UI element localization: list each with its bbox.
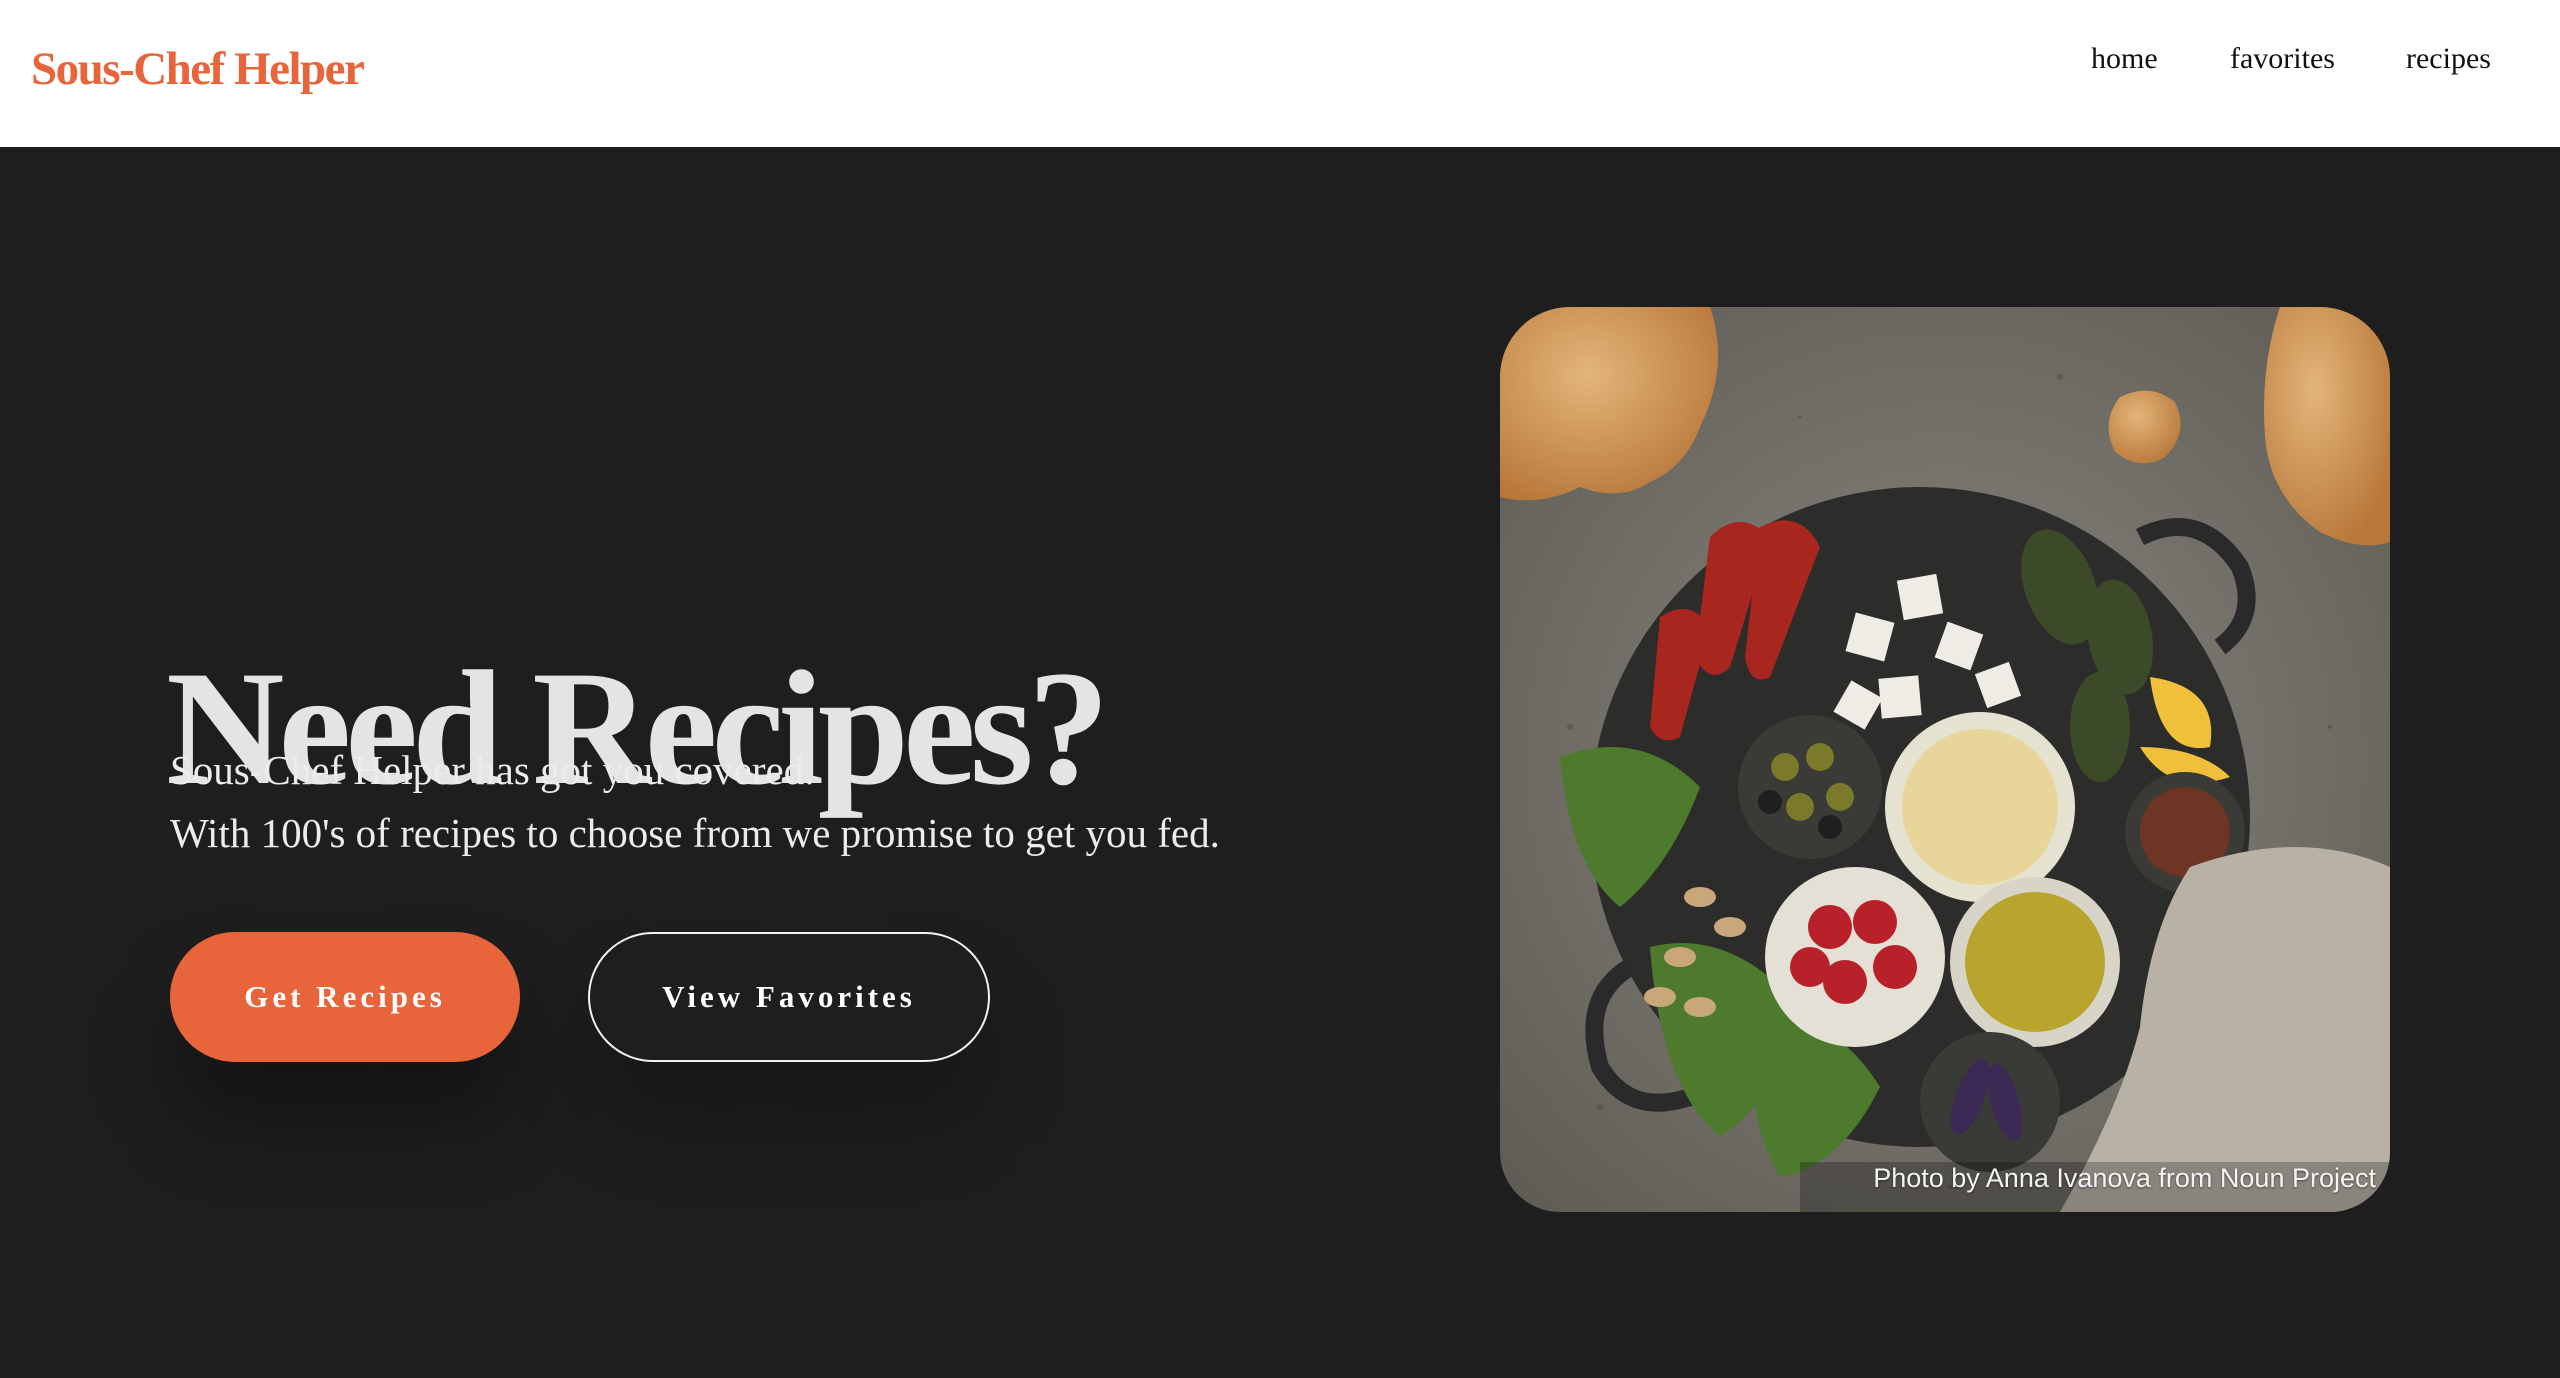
food-platter-illustration bbox=[1500, 307, 2390, 1212]
hero-section: Need Recipes? Sous-Chef Helper has got y… bbox=[0, 147, 2560, 1378]
nav-link-recipes[interactable]: recipes bbox=[2406, 42, 2491, 76]
navbar: Sous-Chef Helper home favorites recipes bbox=[0, 0, 2560, 147]
nav-link-favorites[interactable]: favorites bbox=[2230, 42, 2335, 76]
photo-credit: Photo by Anna Ivanova from Noun Project bbox=[1873, 1163, 2376, 1193]
brand-logo[interactable]: Sous-Chef Helper bbox=[31, 42, 365, 96]
hero-subtitle-line-1: Sous-Chef Helper has got you covered. bbox=[170, 747, 815, 793]
view-favorites-button[interactable]: View Favorites bbox=[588, 932, 990, 1062]
hero-subtitle-line-2: With 100's of recipes to choose from we … bbox=[170, 810, 1220, 856]
nav-link-home[interactable]: home bbox=[2091, 42, 2158, 76]
get-recipes-button[interactable]: Get Recipes bbox=[170, 932, 520, 1062]
hero-food-photo: Photo by Anna Ivanova from Noun Project bbox=[1500, 307, 2390, 1212]
